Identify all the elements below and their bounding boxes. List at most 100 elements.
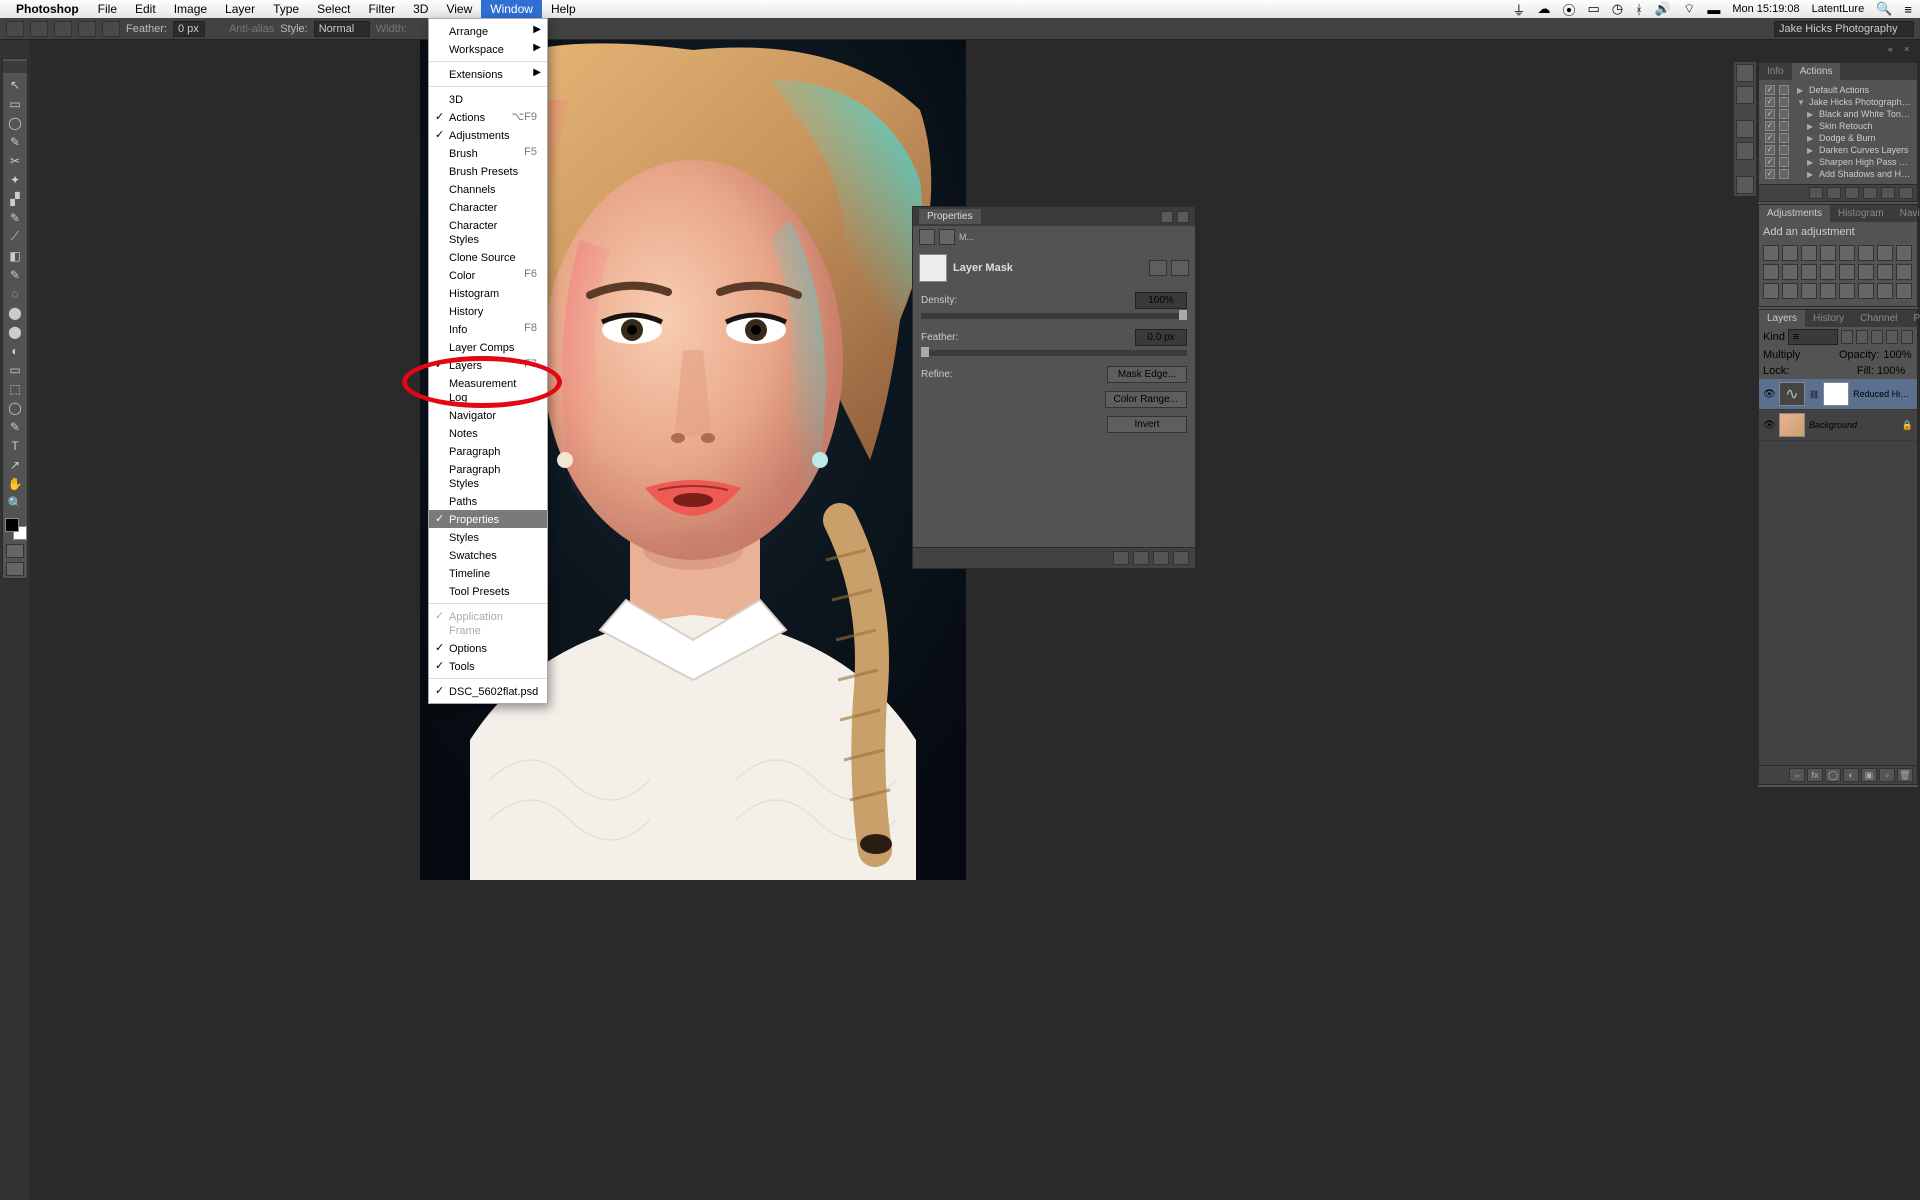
menu-item-properties[interactable]: ✓Properties: [429, 510, 547, 528]
action-dialog-checkbox[interactable]: [1779, 121, 1789, 131]
properties-tab[interactable]: Properties: [919, 209, 981, 224]
paths-tab[interactable]: Paths: [1905, 310, 1920, 327]
add-mask-icon[interactable]: ◯: [1825, 768, 1841, 782]
apply-mask-icon[interactable]: [1133, 551, 1149, 565]
histogram-tab[interactable]: Histogram: [1830, 205, 1892, 222]
tool-18[interactable]: ✎: [3, 417, 27, 436]
filter-adjust-icon[interactable]: [1856, 330, 1868, 344]
action-enabled-checkbox[interactable]: ✓: [1765, 121, 1775, 131]
menu-item-notes[interactable]: Notes: [429, 424, 547, 442]
action-row[interactable]: ✓▶Add Shadows and Highli...: [1763, 168, 1913, 180]
disclosure-triangle-icon[interactable]: ▶: [1807, 110, 1815, 119]
adjustment-icon-4[interactable]: [1839, 245, 1855, 261]
tool-6[interactable]: ▞: [3, 189, 27, 208]
tool-14[interactable]: ◐: [3, 341, 27, 360]
adjustments-panel[interactable]: Adjustments Histogram Navigato Add an ad…: [1758, 204, 1918, 307]
menu-item-measurement-log[interactable]: Measurement Log: [429, 374, 547, 406]
mask-thumbnail[interactable]: [919, 254, 947, 282]
mask-mode-pixel-icon[interactable]: [919, 229, 935, 245]
tool-16[interactable]: ⬚: [3, 379, 27, 398]
action-row[interactable]: ✓▼Jake Hicks Photography ...: [1763, 96, 1913, 108]
fill-value[interactable]: 100%: [1877, 365, 1913, 377]
new-layer-icon[interactable]: ▫: [1879, 768, 1895, 782]
layer-visibility-icon[interactable]: 👁: [1763, 389, 1775, 400]
menu-item-histogram[interactable]: Histogram: [429, 284, 547, 302]
antialias-checkbox-label[interactable]: Anti-alias: [229, 23, 274, 35]
action-row[interactable]: ✓▶Default Actions: [1763, 84, 1913, 96]
battery-icon[interactable]: ▬: [1707, 2, 1720, 17]
tool-9[interactable]: ◧: [3, 246, 27, 265]
action-enabled-checkbox[interactable]: ✓: [1765, 169, 1775, 179]
tool-11[interactable]: ◌: [3, 284, 27, 303]
properties-header[interactable]: Properties: [913, 207, 1195, 226]
action-dialog-checkbox[interactable]: [1779, 109, 1789, 119]
delete-layer-icon[interactable]: 🗑: [1897, 768, 1913, 782]
feather-slider[interactable]: [921, 350, 1187, 356]
tool-21[interactable]: ✋: [3, 474, 27, 493]
character-panel-icon[interactable]: [1736, 64, 1754, 82]
record-action-icon[interactable]: [1827, 187, 1841, 199]
menu-item-paragraph[interactable]: Paragraph: [429, 442, 547, 460]
menu-item-info[interactable]: InfoF8: [429, 320, 547, 338]
mask-link-icon[interactable]: ⛓: [1809, 390, 1819, 399]
panel-collapse-icon[interactable]: [1161, 211, 1173, 223]
action-enabled-checkbox[interactable]: ✓: [1765, 157, 1775, 167]
menu-item-navigator[interactable]: Navigator: [429, 406, 547, 424]
new-set-icon[interactable]: [1863, 187, 1877, 199]
disclosure-triangle-icon[interactable]: ▶: [1807, 170, 1815, 179]
workspace-select[interactable]: Jake Hicks Photography: [1774, 21, 1914, 37]
bluetooth-icon[interactable]: ᚼ: [1635, 2, 1643, 17]
new-fill-adjust-icon[interactable]: ◐: [1843, 768, 1859, 782]
menu-window[interactable]: Window: [481, 0, 542, 18]
action-row[interactable]: ✓▶Skin Retouch: [1763, 120, 1913, 132]
tool-preset-button[interactable]: [6, 21, 24, 37]
adjustment-icon-7[interactable]: [1896, 245, 1912, 261]
disable-mask-icon[interactable]: [1153, 551, 1169, 565]
tool-20[interactable]: ↗: [3, 455, 27, 474]
layer-name[interactable]: Background: [1809, 420, 1898, 430]
folder-icon[interactable]: ▶: [1797, 86, 1805, 95]
action-dialog-checkbox[interactable]: [1779, 157, 1789, 167]
menu-item-styles[interactable]: Styles: [429, 528, 547, 546]
menu-item-dsc-5602flat-psd[interactable]: ✓DSC_5602flat.psd: [429, 682, 547, 700]
play-action-icon[interactable]: [1845, 187, 1859, 199]
tool-7[interactable]: ✎: [3, 208, 27, 227]
adjustment-icon-3[interactable]: [1820, 245, 1836, 261]
disclosure-triangle-icon[interactable]: ▶: [1807, 122, 1815, 131]
filter-shape-icon[interactable]: [1886, 330, 1898, 344]
layer-mask-thumbnail[interactable]: [1823, 382, 1849, 406]
actions-panel[interactable]: Info Actions ✓▶Default Actions✓▼Jake Hic…: [1758, 62, 1918, 202]
adjustment-icon-14[interactable]: [1877, 264, 1893, 280]
menu-image[interactable]: Image: [165, 0, 216, 18]
tool-19[interactable]: T: [3, 436, 27, 455]
action-row[interactable]: ✓▶Dodge & Burn: [1763, 132, 1913, 144]
disclosure-triangle-icon[interactable]: ▶: [1807, 146, 1815, 155]
menu-type[interactable]: Type: [264, 0, 308, 18]
menu-item-channels[interactable]: Channels: [429, 180, 547, 198]
adjustment-icon-9[interactable]: [1782, 264, 1798, 280]
window-dropdown[interactable]: Arrange▶Workspace▶Extensions▶3D✓Actions⌥…: [428, 18, 548, 704]
adjustments-tab[interactable]: Adjustments: [1759, 205, 1830, 222]
adjustment-icon-16[interactable]: [1763, 283, 1779, 299]
user-icon[interactable]: ⦿: [1562, 0, 1575, 19]
menu-item-color[interactable]: ColorF6: [429, 266, 547, 284]
density-slider[interactable]: [921, 313, 1187, 319]
blend-mode-select[interactable]: Multiply: [1763, 349, 1835, 361]
tool-8[interactable]: ⟋: [3, 227, 27, 246]
action-row[interactable]: ✓▶Darken Curves Layers: [1763, 144, 1913, 156]
filter-smart-icon[interactable]: [1901, 330, 1913, 344]
adjustment-icon-5[interactable]: [1858, 245, 1874, 261]
filter-type-icon[interactable]: [1871, 330, 1883, 344]
menubar-user[interactable]: LatentLure: [1812, 3, 1865, 15]
tool-15[interactable]: ▭: [3, 360, 27, 379]
adjustment-icon-10[interactable]: [1801, 264, 1817, 280]
menu-file[interactable]: File: [89, 0, 126, 18]
display-icon[interactable]: ▭: [1587, 1, 1599, 17]
layers-panel[interactable]: Layers History Channel Paths Kind ≡ Mult…: [1758, 309, 1918, 785]
action-enabled-checkbox[interactable]: ✓: [1765, 85, 1775, 95]
menu-item-tools[interactable]: ✓Tools: [429, 657, 547, 675]
adjustment-icon-17[interactable]: [1782, 283, 1798, 299]
action-row[interactable]: ✓▶Black and White Tone Pr...: [1763, 108, 1913, 120]
clock-icon[interactable]: ◷: [1612, 1, 1623, 17]
adjustment-icon-0[interactable]: [1763, 245, 1779, 261]
